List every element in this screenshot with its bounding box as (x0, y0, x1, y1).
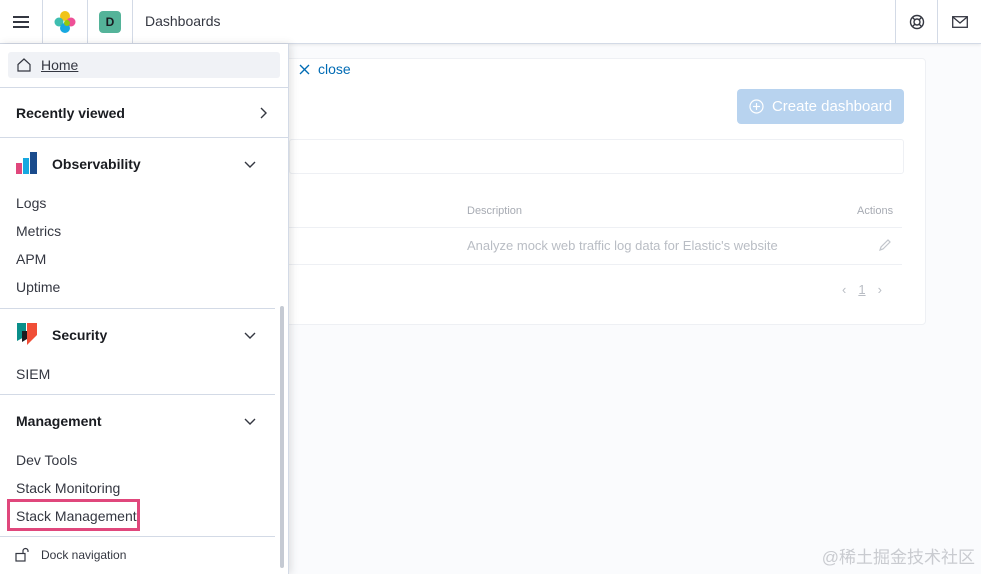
chevron-right-icon[interactable]: › (878, 282, 882, 297)
nav-home[interactable]: Home (8, 52, 280, 78)
navigation-flyout: Home Recently viewed Observability Logs … (0, 44, 289, 574)
column-header-description: Description (467, 205, 523, 217)
dock-navigation-button[interactable]: Dock navigation (15, 547, 126, 562)
divider (0, 87, 288, 88)
nav-item-siem[interactable]: SIEM (16, 366, 50, 382)
column-header-actions: Actions (857, 205, 894, 217)
create-dashboard-label: Create dashboard (771, 98, 893, 115)
highlight-box (7, 499, 140, 531)
section-title-management: Management (16, 413, 102, 429)
home-label: Home (41, 57, 79, 73)
elastic-logo-icon (54, 10, 76, 33)
chevron-down-icon (244, 161, 256, 168)
nav-item-dev-tools[interactable]: Dev Tools (16, 452, 77, 468)
nav-item-logs[interactable]: Logs (16, 195, 46, 211)
close-icon (299, 64, 310, 74)
space-avatar: D (99, 10, 121, 33)
breadcrumb: Dashboards (145, 13, 221, 29)
divider (289, 264, 902, 265)
lock-open-icon (15, 547, 29, 562)
menu-icon (13, 15, 29, 28)
scrollbar[interactable] (280, 306, 284, 568)
pagination: ‹ 1 › (842, 282, 882, 297)
page-number[interactable]: 1 (858, 282, 865, 297)
nav-item-apm[interactable]: APM (16, 251, 46, 267)
nav-item-metrics[interactable]: Metrics (16, 223, 61, 239)
nav-item-stack-monitoring[interactable]: Stack Monitoring (16, 480, 120, 496)
close-link[interactable]: close (299, 61, 351, 77)
chevron-right-icon (260, 107, 267, 119)
space-selector[interactable]: D (88, 0, 132, 43)
divider (0, 394, 275, 395)
dock-navigation-label: Dock navigation (41, 547, 127, 562)
edit-button[interactable] (878, 238, 892, 257)
newsfeed-button[interactable] (938, 0, 981, 43)
nav-item-uptime[interactable]: Uptime (16, 279, 60, 295)
divider (289, 227, 902, 228)
help-icon (909, 14, 924, 29)
pencil-icon (879, 239, 891, 251)
plus-in-circle-icon (749, 99, 764, 114)
search-input[interactable] (289, 139, 904, 174)
chevron-down-icon (244, 418, 256, 425)
security-logo-icon (17, 323, 37, 345)
watermark: @稀土掘金技术社区 (821, 548, 975, 567)
divider (0, 308, 275, 309)
recently-viewed-label: Recently viewed (16, 105, 125, 121)
mail-icon (951, 15, 968, 28)
divider (0, 137, 288, 138)
close-label: close (318, 61, 351, 77)
divider (132, 0, 133, 43)
top-header: D Dashboards (0, 0, 981, 44)
section-title-security: Security (52, 327, 108, 343)
table-cell-description: Analyze mock web traffic log data for El… (467, 238, 778, 253)
create-dashboard-button[interactable]: Create dashboard (737, 89, 904, 124)
home-icon (16, 57, 32, 73)
section-title-observability: Observability (52, 156, 141, 172)
observability-logo-icon (16, 152, 37, 174)
divider (0, 536, 275, 537)
help-button[interactable] (896, 0, 937, 43)
chevron-left-icon[interactable]: ‹ (842, 282, 846, 297)
menu-button[interactable] (0, 0, 42, 43)
elastic-logo[interactable] (43, 0, 87, 43)
chevron-down-icon (244, 332, 256, 339)
